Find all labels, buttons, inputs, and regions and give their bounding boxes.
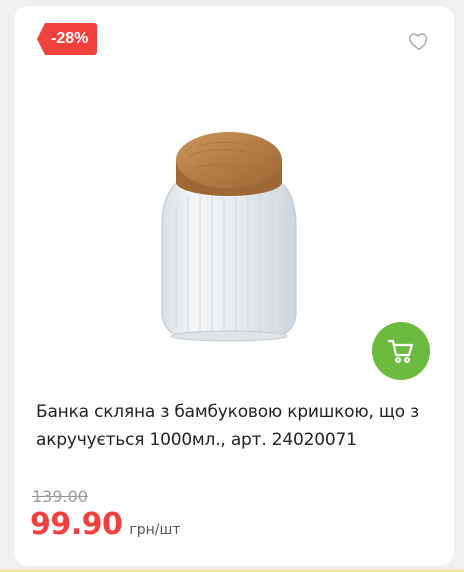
add-to-cart-button[interactable] [372, 322, 430, 380]
product-card[interactable]: -28% Банка скляна з бамбуковою кришкою, … [14, 6, 454, 566]
price-unit: грн/шт [129, 522, 181, 538]
product-image[interactable] [154, 116, 304, 346]
old-price: 139.00 [32, 487, 88, 506]
cart-icon [387, 339, 414, 363]
heart-icon[interactable] [408, 30, 430, 52]
price-row: 99.90 грн/шт [30, 507, 180, 542]
current-price: 99.90 [30, 507, 123, 542]
product-title[interactable]: Банка скляна з бамбуковою кришкою, що з … [36, 398, 436, 454]
discount-badge: -28% [37, 23, 98, 55]
